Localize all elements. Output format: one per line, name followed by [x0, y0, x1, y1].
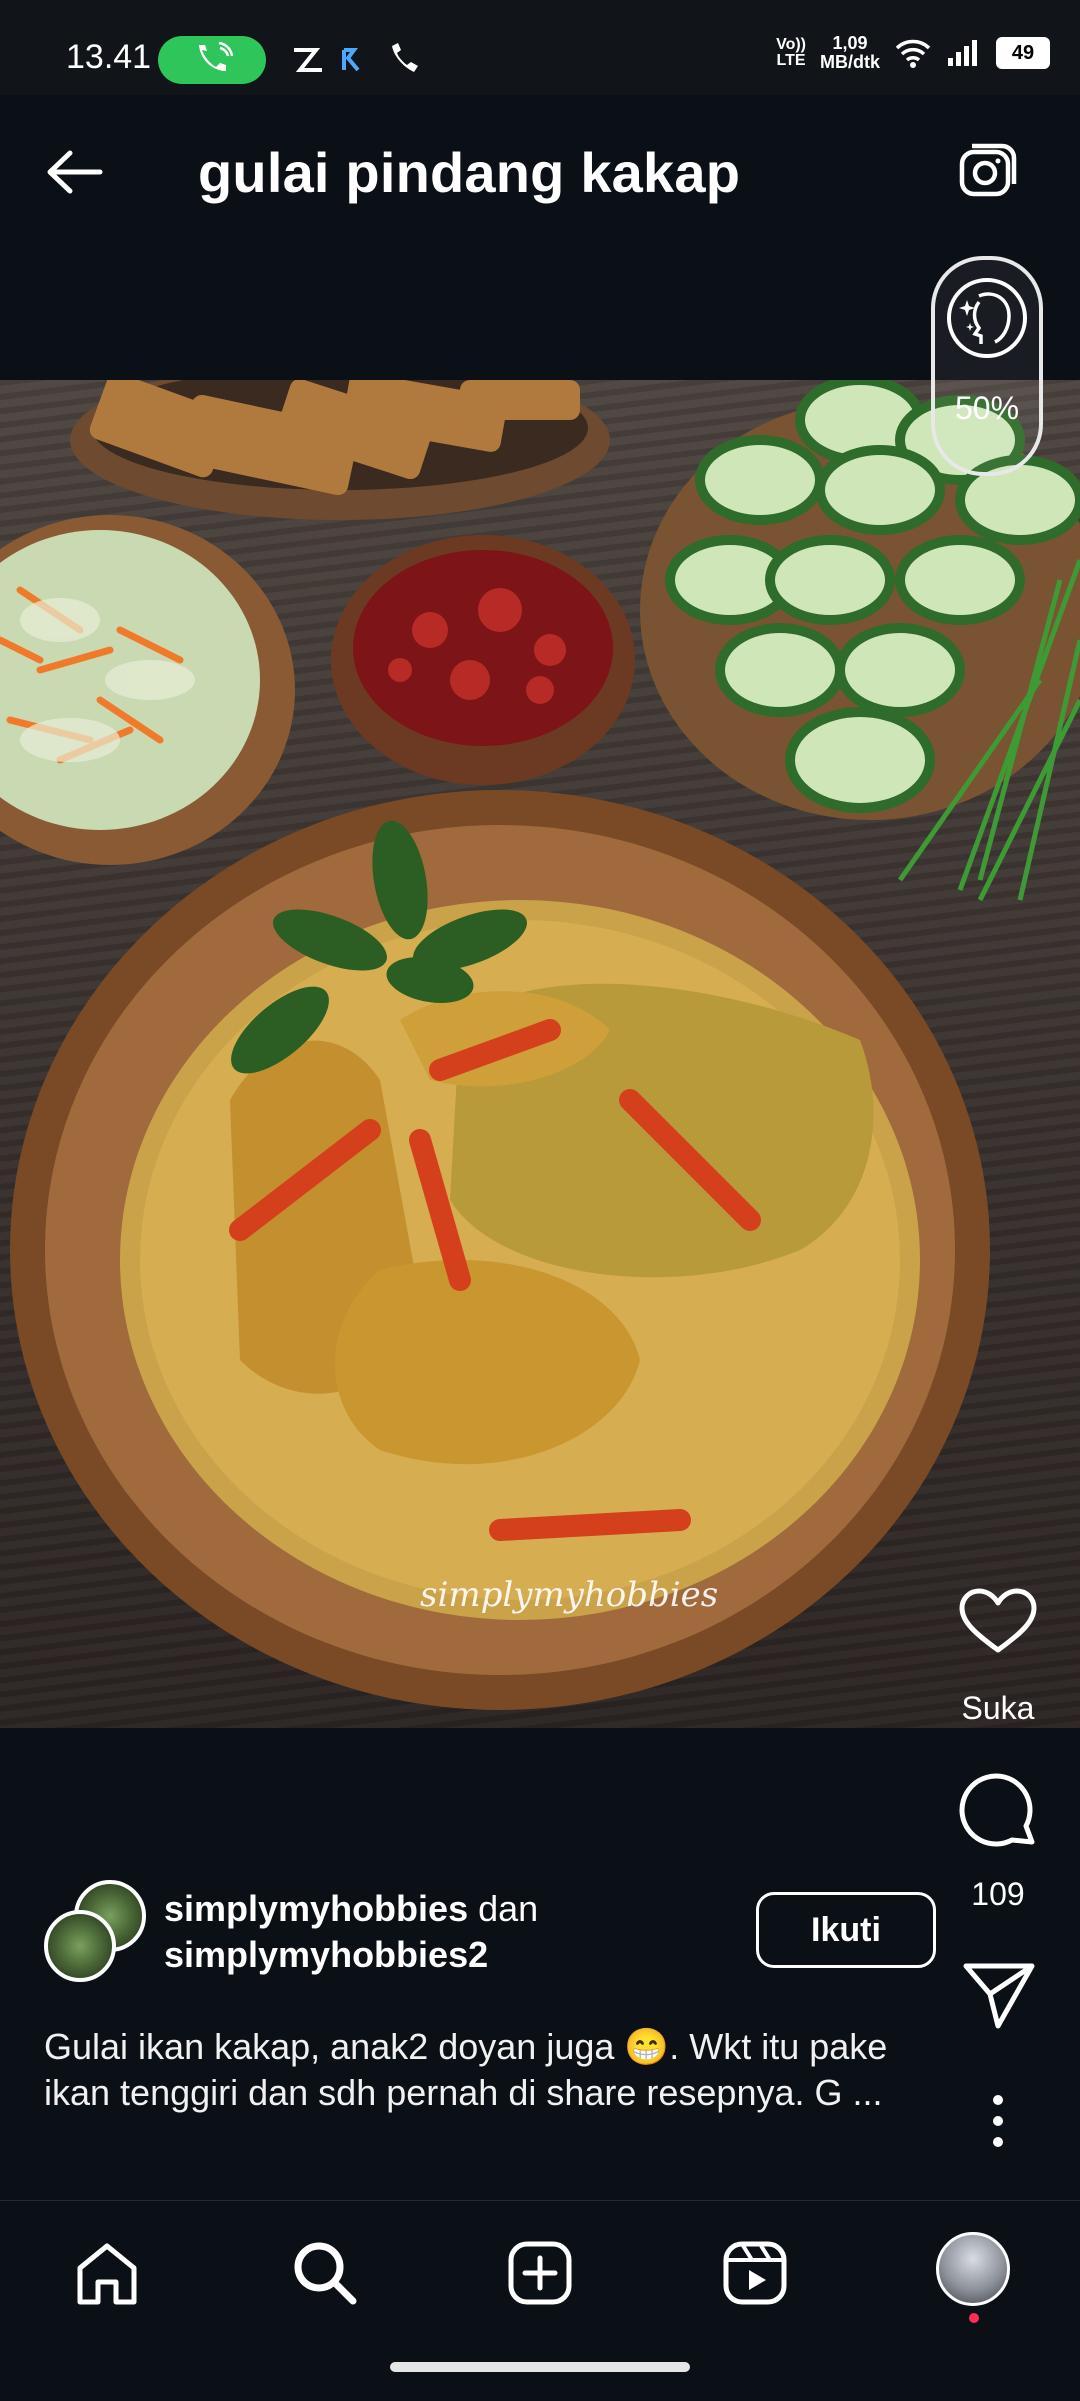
follow-button[interactable]: Ikuti	[756, 1892, 936, 1968]
phone-icon	[199, 41, 234, 71]
camera-icon[interactable]	[958, 140, 1020, 202]
ongoing-call-indicator[interactable]	[158, 36, 266, 84]
notification-dot	[969, 2313, 979, 2323]
battery-indicator: 49	[996, 37, 1050, 69]
author-name[interactable]: simplymyhobbies	[164, 1888, 468, 1929]
home-icon[interactable]	[72, 2238, 142, 2308]
post-caption[interactable]: Gulai ikan kakap, anak2 doyan juga 😁. Wk…	[44, 2024, 904, 2116]
capcut-icon	[294, 48, 322, 72]
more-vertical-icon[interactable]	[948, 2094, 1048, 2148]
reels-icon[interactable]	[720, 2238, 790, 2308]
comment-icon[interactable]	[948, 1770, 1048, 1850]
author-conjunction: dan	[478, 1888, 539, 1929]
volte-indicator: Vo)) LTE	[776, 36, 806, 69]
beauty-filter-percent: 50%	[954, 390, 1020, 426]
author-line-1[interactable]: simplymyhobbies dan	[164, 1888, 538, 1930]
add-post-icon[interactable]	[505, 2238, 575, 2308]
profile-avatar[interactable]	[936, 2232, 1010, 2306]
missed-call-icon	[392, 43, 418, 72]
wifi-icon	[895, 39, 931, 68]
heart-icon[interactable]	[948, 1586, 1048, 1656]
search-icon[interactable]	[290, 2238, 360, 2308]
beauty-filter-toggle[interactable]: 50%	[931, 256, 1043, 476]
comment-count: 109	[971, 1876, 1025, 1912]
avatar	[44, 1910, 116, 1982]
food-photo	[0, 380, 1080, 1710]
author-avatars[interactable]	[44, 1880, 146, 1982]
header	[0, 95, 1080, 380]
home-indicator[interactable]	[390, 2362, 690, 2372]
app-notification-icon	[342, 48, 360, 72]
photo-watermark: simplymyhobbies	[420, 1575, 719, 1615]
arrow-left-icon[interactable]	[44, 145, 104, 199]
send-icon[interactable]	[948, 1960, 1048, 2030]
network-speed: 1,09 MB/dtk	[820, 33, 880, 72]
like-label: Suka	[961, 1690, 1035, 1726]
coauthor-name[interactable]: simplymyhobbies2	[164, 1934, 488, 1976]
post-image[interactable]: simplymyhobbies	[0, 380, 1080, 1728]
status-right-icons: Vo)) LTE 1,09 MB/dtk 49	[776, 34, 1050, 72]
status-time: 13.41	[66, 38, 152, 76]
beauty-face-icon	[947, 278, 1027, 358]
page-title: gulai pindang kakap	[198, 141, 741, 204]
signal-icon	[948, 40, 977, 66]
